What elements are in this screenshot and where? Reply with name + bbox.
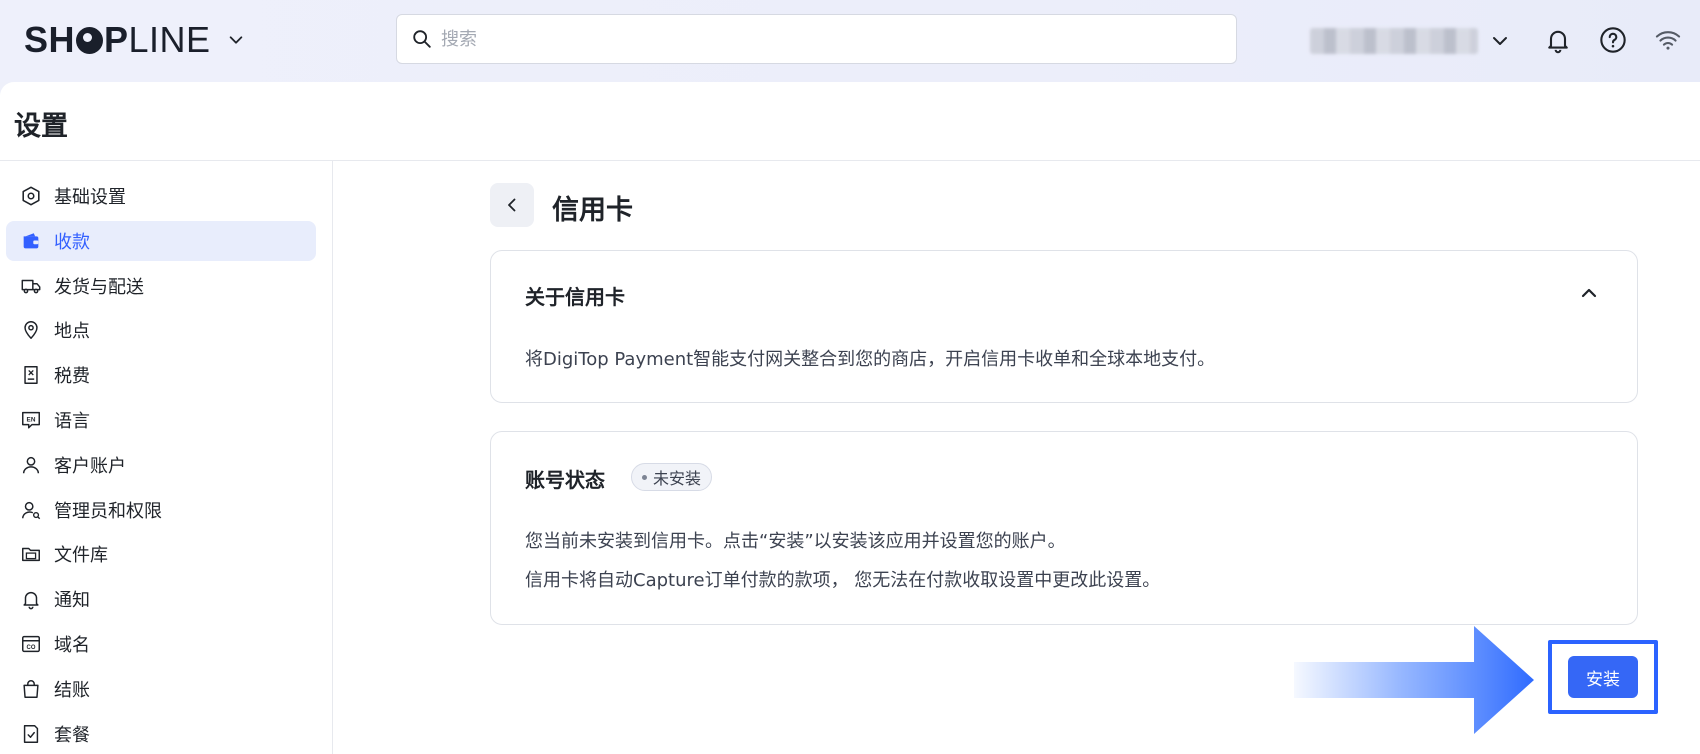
user-permission-icon	[22, 501, 41, 519]
sidebar-item-files[interactable]: 文件库	[6, 534, 316, 574]
user-icon	[22, 456, 40, 474]
bell-icon	[1548, 30, 1568, 54]
chevron-down-icon[interactable]	[227, 31, 245, 49]
sidebar-item-label: 套餐	[54, 724, 90, 746]
sidebar-item-notifications[interactable]: 通知	[6, 579, 316, 619]
chevron-left-icon	[508, 198, 516, 212]
language-en-icon: EN	[22, 411, 40, 429]
search-bar[interactable]	[396, 14, 1237, 64]
page-title: 设置	[14, 111, 68, 142]
shopping-bag-icon	[23, 679, 39, 698]
sidebar-item-domains[interactable]: CO 域名	[6, 624, 316, 664]
sidebar-item-admins-permissions[interactable]: 管理员和权限	[6, 490, 316, 530]
account-status-card: 账号状态 未安装 您当前未安装到信用卡。点击“安装”以安装该应用并设置您的账户。…	[490, 431, 1638, 625]
svg-text:CO: CO	[27, 645, 36, 651]
folder-icon	[22, 548, 40, 562]
status-badge: 未安装	[631, 463, 713, 491]
sidebar-divider	[332, 161, 333, 754]
network-status[interactable]	[1652, 24, 1684, 56]
sidebar-item-label: 结账	[54, 679, 90, 701]
wallet-icon	[23, 233, 39, 249]
receipt-icon	[24, 366, 38, 385]
shopline-logo: SH P LINE	[24, 19, 211, 60]
status-card-line2: 信用卡将自动Capture订单付款的款项， 您无法在付款收取设置中更改此设置。	[525, 570, 1161, 591]
sidebar-item-basic-settings[interactable]: 基础设置	[6, 176, 316, 216]
content-title: 信用卡	[552, 195, 633, 226]
sidebar-item-label: 基础设置	[54, 187, 126, 208]
wifi-icon	[1655, 31, 1681, 50]
sidebar-item-label: 发货与配送	[54, 276, 144, 298]
sidebar-item-label: 管理员和权限	[54, 500, 162, 522]
sidebar-item-label: 域名	[54, 634, 90, 656]
sidebar-item-plans[interactable]: 套餐	[6, 714, 316, 754]
top-bar: SH P LINE	[0, 0, 1700, 82]
status-card-heading: 账号状态	[525, 468, 605, 492]
domain-icon: CO	[22, 635, 40, 653]
search-icon	[413, 30, 431, 48]
hexagon-settings-icon	[22, 186, 40, 206]
account-name-redacted	[1310, 28, 1478, 54]
account-menu[interactable]	[1310, 24, 1510, 58]
sidebar-item-customer-accounts[interactable]: 客户账户	[6, 445, 316, 485]
svg-text:EN: EN	[27, 416, 36, 423]
chevron-up-icon[interactable]	[1577, 281, 1601, 305]
help-icon	[1600, 27, 1626, 53]
status-dot	[642, 474, 647, 480]
sidebar-item-payments[interactable]: 收款	[6, 220, 316, 261]
install-button[interactable]: 安装	[1568, 656, 1638, 698]
sidebar-item-label: 通知	[54, 590, 90, 612]
settings-sidebar: 基础设置 收款 发货与配送 地点 税费 EN 语言 客户账户 管理员和权限 文件…	[6, 176, 316, 754]
sidebar-item-label: 客户账户	[54, 455, 126, 477]
plan-icon	[23, 724, 39, 743]
truck-icon	[21, 279, 41, 294]
sidebar-item-checkout[interactable]: 结账	[6, 669, 316, 709]
sidebar-item-taxes[interactable]: 税费	[6, 355, 316, 395]
sidebar-item-label: 税费	[54, 366, 90, 388]
status-badge-label: 未安装	[653, 469, 702, 488]
store-switcher[interactable]: SH P LINE	[24, 18, 245, 62]
bell-icon	[23, 592, 39, 610]
header-divider	[0, 160, 1700, 161]
location-pin-icon	[24, 321, 38, 340]
search-input[interactable]	[441, 28, 1201, 50]
sidebar-item-label: 文件库	[54, 545, 108, 567]
chevron-down-icon[interactable]	[1490, 31, 1510, 51]
back-button[interactable]	[490, 183, 534, 227]
sidebar-item-label: 地点	[54, 321, 90, 343]
notifications-button[interactable]	[1542, 24, 1574, 56]
sidebar-item-languages[interactable]: EN 语言	[6, 400, 316, 440]
status-card-line1: 您当前未安装到信用卡。点击“安装”以安装该应用并设置您的账户。	[525, 531, 1066, 552]
sidebar-item-locations[interactable]: 地点	[6, 310, 316, 350]
about-card-description: 将DigiTop Payment智能支付网关整合到您的商店，开启信用卡收单和全球…	[525, 349, 1216, 370]
sidebar-item-label: 语言	[54, 410, 90, 432]
logo-mark	[76, 26, 104, 54]
about-card: 关于信用卡 将DigiTop Payment智能支付网关整合到您的商店，开启信用…	[490, 250, 1638, 403]
sidebar-item-label: 收款	[54, 231, 90, 253]
sidebar-item-shipping[interactable]: 发货与配送	[6, 266, 316, 306]
pointer-arrow-icon	[1294, 626, 1534, 734]
about-card-heading: 关于信用卡	[525, 285, 625, 309]
help-button[interactable]	[1597, 24, 1629, 56]
